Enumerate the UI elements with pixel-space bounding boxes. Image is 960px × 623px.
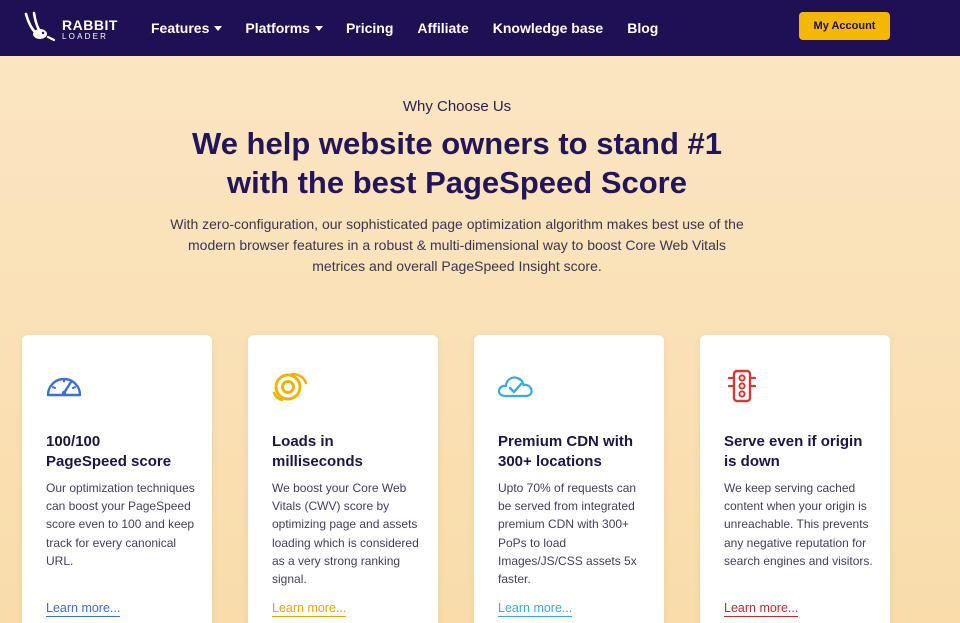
card-description: We keep serving cached content when your… bbox=[724, 481, 873, 568]
brand-logo[interactable]: RABBIT LOADER bbox=[22, 11, 118, 48]
traffic-light-icon bbox=[722, 369, 762, 403]
section-headline: We help website owners to stand #1 with … bbox=[192, 126, 722, 200]
nav-item-blog[interactable]: Blog bbox=[627, 20, 658, 36]
learn-more-link[interactable]: Learn more... bbox=[498, 601, 573, 617]
rabbit-icon bbox=[22, 11, 56, 48]
section-eyebrow: Why Choose Us bbox=[402, 98, 512, 115]
main-nav: Features Platforms Pricing Affiliate Kno… bbox=[151, 0, 658, 56]
card-title: 100/100 PageSpeed score bbox=[46, 433, 172, 470]
card-description: Upto 70% of requests can be served from … bbox=[498, 481, 637, 587]
learn-more-link[interactable]: Learn more... bbox=[724, 601, 799, 617]
learn-more-link[interactable]: Learn more... bbox=[46, 601, 121, 617]
nav-item-platforms[interactable]: Platforms bbox=[245, 20, 323, 36]
feature-card-pagespeed: 100/100 PageSpeed score Our optimization… bbox=[22, 335, 212, 623]
learn-more-link[interactable]: Learn more... bbox=[272, 601, 347, 617]
my-account-button[interactable]: My Account bbox=[799, 12, 890, 40]
whirlwind-icon bbox=[270, 369, 310, 403]
chevron-down-icon bbox=[314, 25, 323, 31]
card-description: Our optimization techniques can boost yo… bbox=[46, 481, 195, 568]
nav-item-features[interactable]: Features bbox=[151, 20, 223, 36]
brand-sub: LOADER bbox=[62, 31, 109, 41]
feature-card-cdn: Premium CDN with 300+ locations Upto 70%… bbox=[474, 335, 664, 623]
card-title: Premium CDN with 300+ locations bbox=[498, 433, 634, 470]
nav-item-knowledge-base[interactable]: Knowledge base bbox=[493, 20, 603, 36]
section-description: With zero-configuration, our sophisticat… bbox=[170, 216, 744, 274]
chevron-down-icon bbox=[214, 25, 223, 31]
feature-card-origin: Serve even if origin is down We keep ser… bbox=[700, 335, 890, 623]
cloud-check-icon bbox=[496, 369, 536, 403]
nav-item-affiliate[interactable]: Affiliate bbox=[417, 20, 468, 36]
card-title: Loads in milliseconds bbox=[272, 433, 363, 470]
card-title: Serve even if origin is down bbox=[724, 433, 863, 470]
card-description: We boost your Core Web Vitals (CWV) scor… bbox=[272, 481, 419, 587]
brand-name: RABBIT bbox=[62, 16, 118, 33]
nav-item-pricing[interactable]: Pricing bbox=[346, 20, 393, 36]
top-navbar: RABBIT LOADER Features Platforms Pricing… bbox=[0, 0, 960, 56]
feature-card-speed: Loads in milliseconds We boost your Core… bbox=[248, 335, 438, 623]
speedometer-icon bbox=[44, 369, 84, 403]
